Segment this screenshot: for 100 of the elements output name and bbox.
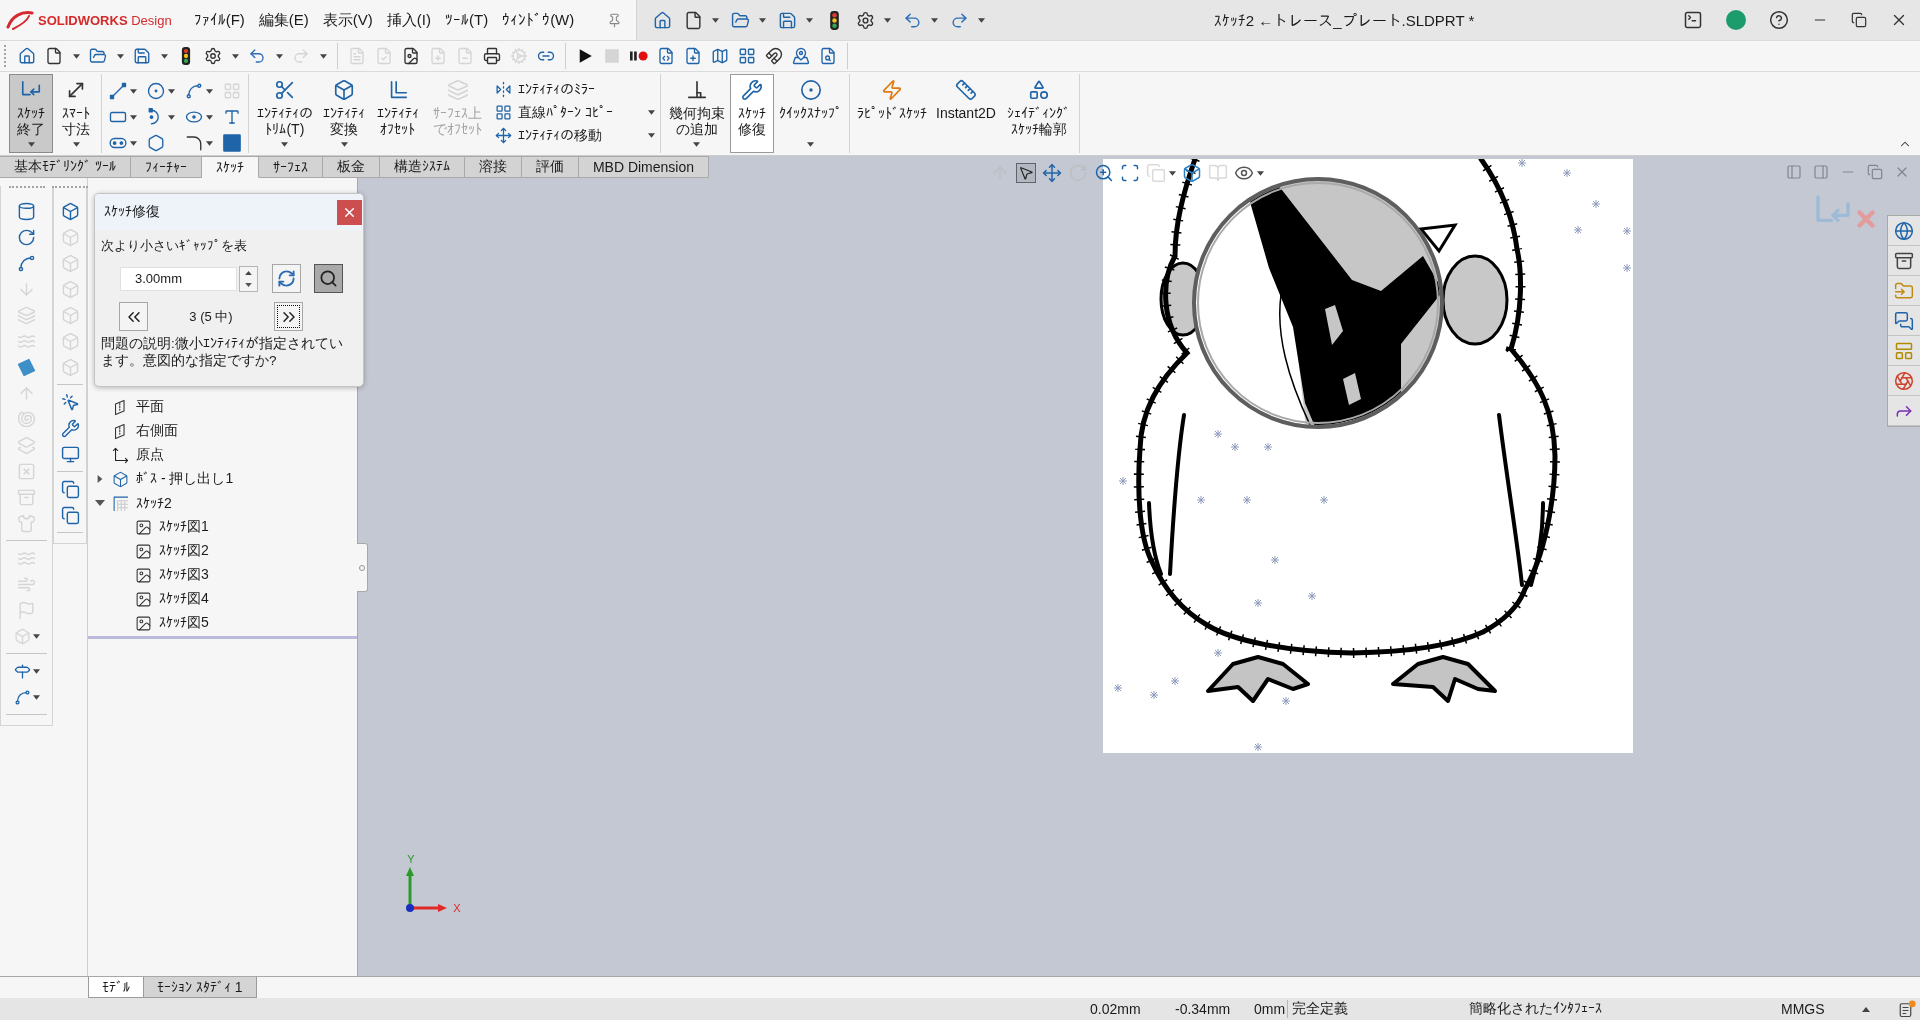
hexagon-icon[interactable]	[147, 134, 165, 152]
house-icon[interactable]	[18, 47, 36, 65]
pointer-click-icon[interactable]	[60, 392, 80, 412]
caret-down-icon[interactable]	[168, 114, 175, 120]
file-search-icon[interactable]	[819, 47, 837, 65]
caret-down-icon[interactable]	[168, 88, 175, 94]
tool-button[interactable]: 直線ﾊﾟﾀｰﾝ ｺﾋﾟｰ	[495, 103, 656, 121]
caret-down-icon[interactable]	[206, 140, 213, 146]
globe-icon[interactable]	[1894, 220, 1914, 241]
image-file-icon[interactable]	[402, 47, 420, 65]
gap-input-field[interactable]: 3.00mm	[120, 266, 237, 291]
ribbon-tab[interactable]: MBD Dimension	[578, 156, 710, 178]
parallelogram-icon[interactable]	[17, 357, 36, 377]
ribbon-tab[interactable]: ｻｰﾌｪｽ	[258, 156, 323, 178]
caret-down-icon[interactable]	[931, 17, 938, 23]
spline-icon[interactable]	[185, 82, 203, 100]
ribbon-tab[interactable]: ﾌｨｰﾁｬｰ	[130, 156, 202, 178]
interface-mode[interactable]: 簡略化されたｲﾝﾀﾌｪｰｽ	[1469, 1000, 1781, 1018]
eye-icon[interactable]	[1234, 163, 1254, 183]
file-icon[interactable]	[684, 10, 703, 30]
line-icon[interactable]	[109, 82, 127, 100]
tool-button[interactable]: ﾗﾋﾟｯﾄﾞｽｹｯﾁ	[853, 74, 931, 153]
caret-down-icon[interactable]	[712, 17, 719, 23]
caret-down-icon[interactable]	[648, 132, 656, 138]
spline-icon[interactable]	[13, 688, 31, 706]
tree-item[interactable]: ｽｹｯﾁ図2	[159, 542, 209, 560]
caret-down-icon[interactable]	[1257, 170, 1264, 176]
ribbon-tab[interactable]: 溶接	[464, 156, 522, 178]
grid-icon[interactable]	[738, 47, 756, 65]
restore-icon[interactable]	[1851, 12, 1867, 28]
chat-icon[interactable]	[1894, 310, 1914, 331]
caret-down-icon[interactable]	[117, 53, 124, 59]
tool-button[interactable]: 幾何拘束の追加	[664, 74, 729, 153]
spin-control[interactable]	[239, 265, 258, 292]
copy-icon[interactable]	[60, 479, 80, 499]
caret-down-icon[interactable]	[161, 53, 168, 59]
ribbon-tab[interactable]: 評価	[521, 156, 579, 178]
corner-icon[interactable]	[185, 134, 203, 152]
caret-down-icon[interactable]	[648, 109, 656, 115]
file-icon[interactable]	[45, 47, 63, 65]
ribbon-tab[interactable]: ｽｹｯﾁ	[201, 156, 259, 178]
map-pin-icon[interactable]	[792, 47, 810, 65]
cube-icon[interactable]	[1182, 163, 1202, 183]
house-icon[interactable]	[653, 10, 672, 30]
pin-icon[interactable]	[607, 12, 622, 28]
caret-down-icon[interactable]	[73, 53, 80, 59]
terminal-icon[interactable]	[1683, 10, 1703, 30]
save-icon[interactable]	[133, 47, 151, 65]
archive-icon[interactable]	[1894, 250, 1914, 271]
circle-dot-icon[interactable]	[147, 82, 165, 100]
caret-down-icon[interactable]	[884, 17, 891, 23]
move-icon[interactable]	[1042, 163, 1062, 183]
magnet-icon[interactable]	[765, 47, 783, 65]
triangle-right-icon[interactable]	[97, 475, 103, 483]
menu-item[interactable]: 編集(E)	[258, 10, 309, 30]
tool-button[interactable]: ｴﾝﾃｨﾃｨのﾐﾗｰ	[495, 80, 656, 98]
cylinder-icon[interactable]	[17, 201, 36, 221]
folder-open-icon[interactable]	[89, 47, 107, 65]
caret-down-icon[interactable]	[72, 142, 80, 147]
caret-down-icon[interactable]	[130, 88, 137, 94]
settings-icon[interactable]	[856, 10, 875, 30]
caret-down-icon[interactable]	[978, 17, 985, 23]
tool-button[interactable]: ｴﾝﾃｨﾃｨｵﾌｾｯﾄ	[370, 74, 425, 153]
tree-item[interactable]: 平面	[136, 398, 164, 416]
rotate-icon[interactable]	[17, 227, 36, 247]
caret-down-icon[interactable]	[759, 17, 766, 23]
tool-button[interactable]: ｴﾝﾃｨﾃｨ変換	[318, 74, 370, 153]
copy-icon[interactable]	[60, 505, 80, 525]
caret-down-icon[interactable]	[232, 53, 239, 59]
menu-item[interactable]: ﾌｧｲﾙ(F)	[193, 10, 245, 30]
tree-item[interactable]: ｽｹｯﾁ図4	[159, 590, 209, 608]
caret-down-icon[interactable]	[693, 142, 701, 147]
undo-icon[interactable]	[248, 47, 266, 65]
tree-item[interactable]: 原点	[136, 446, 164, 464]
monitor-icon[interactable]	[60, 444, 80, 464]
caret-down-icon[interactable]	[32, 668, 40, 674]
avatar-icon[interactable]	[1726, 10, 1746, 30]
caret-down-icon[interactable]	[32, 694, 40, 700]
caret-down-icon[interactable]	[276, 53, 283, 59]
ribbon-tab[interactable]: 板金	[322, 156, 380, 178]
next-button[interactable]	[274, 302, 303, 331]
caret-down-icon[interactable]	[130, 140, 137, 146]
triangle-up-icon[interactable]	[1862, 1006, 1870, 1012]
model-tab[interactable]: ﾓﾃﾞﾙ	[88, 977, 144, 998]
settings-icon[interactable]	[204, 47, 222, 65]
ribbon-tab[interactable]: 基本ﾓﾃﾞﾘﾝｸﾞ ﾂｰﾙ	[0, 156, 131, 178]
menu-item[interactable]: ﾂｰﾙ(T)	[444, 10, 489, 30]
tool-button[interactable]: ｴﾝﾃｨﾃｨのﾄﾘﾑ(T)	[252, 74, 318, 153]
tool-button[interactable]: ｼｪｲﾃﾞｨﾝｸﾞｽｹｯﾁ輪郭	[1000, 74, 1077, 153]
scan-frame-icon[interactable]	[1120, 163, 1140, 183]
triangle-down-icon[interactable]	[95, 499, 105, 507]
aperture-icon[interactable]	[1894, 370, 1914, 391]
text-icon[interactable]	[223, 108, 241, 126]
code-file-icon[interactable]	[657, 47, 675, 65]
previous-button[interactable]	[119, 302, 148, 331]
tool-button[interactable]: ｽｹｯﾁ終了	[9, 74, 53, 153]
close-button[interactable]	[337, 200, 362, 225]
caret-down-icon[interactable]	[27, 142, 35, 147]
tree-item[interactable]: ｽｹｯﾁ2	[136, 495, 172, 511]
tree-item[interactable]: ｽｹｯﾁ図3	[159, 566, 209, 584]
